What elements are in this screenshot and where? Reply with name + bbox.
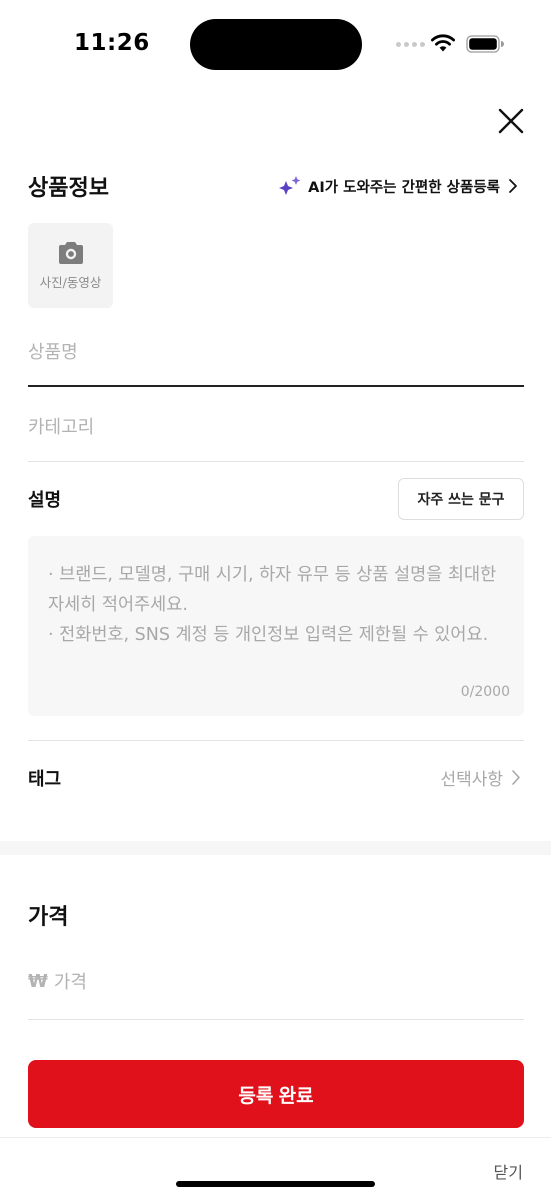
home-indicator	[176, 1181, 375, 1187]
cellular-signal-icon	[396, 42, 425, 47]
ai-link-label: AI가 도와주는 간편한 상품등록	[308, 179, 500, 196]
chevron-right-icon	[512, 770, 520, 785]
tag-value: 선택사항	[440, 770, 503, 790]
sparkle-icon	[279, 176, 301, 195]
submit-button[interactable]: 등록 완료	[28, 1060, 524, 1128]
category-select[interactable]: 카테고리	[28, 413, 94, 439]
description-textarea[interactable]: · 브랜드, 모델명, 구매 시기, 하자 유무 등 상품 설명을 최대한 자세…	[28, 536, 524, 716]
price-placeholder: 가격	[53, 972, 87, 993]
battery-icon	[466, 35, 504, 53]
camera-icon	[58, 242, 83, 264]
status-bar: 11:26	[0, 0, 551, 90]
photo-upload-label: 사진/동영상	[39, 275, 102, 290]
description-placeholder: · 브랜드, 모델명, 구매 시기, 하자 유무 등 상품 설명을 최대한 자세…	[48, 560, 508, 650]
description-placeholder-line: · 전화번호, SNS 계정 등 개인정보 입력은 제한될 수 있어요.	[48, 625, 489, 645]
category-divider	[28, 461, 524, 462]
product-name-input[interactable]: 상품명	[28, 338, 78, 364]
description-label: 설명	[28, 490, 62, 511]
status-time: 11:26	[74, 30, 150, 56]
product-info-title: 상품정보	[28, 176, 109, 201]
tag-select[interactable]: 선택사항	[440, 765, 521, 790]
chevron-right-icon	[509, 179, 517, 193]
price-input[interactable]: ₩ 가격	[28, 968, 87, 994]
dismiss-button[interactable]: 닫기	[494, 1159, 523, 1183]
photo-upload-button[interactable]: 사진/동영상	[28, 223, 113, 308]
ai-registration-link[interactable]: AI가 도와주는 간편한 상품등록	[277, 175, 518, 197]
character-counter: 0/2000	[460, 684, 510, 700]
price-divider	[28, 1019, 524, 1020]
frequent-phrases-button[interactable]: 자주 쓰는 문구	[398, 478, 524, 520]
dynamic-island	[190, 19, 362, 70]
tag-label: 태그	[28, 769, 62, 790]
description-divider	[28, 740, 524, 741]
wifi-icon	[431, 34, 455, 52]
close-icon[interactable]	[494, 104, 528, 138]
bottom-bar: 닫기	[0, 1137, 551, 1200]
price-title: 가격	[28, 905, 69, 930]
section-separator	[0, 841, 551, 855]
description-placeholder-line: · 브랜드, 모델명, 구매 시기, 하자 유무 등 상품 설명을 최대한 자세…	[48, 565, 497, 615]
product-name-underline	[28, 385, 524, 387]
won-currency-icon: ₩	[28, 970, 48, 992]
